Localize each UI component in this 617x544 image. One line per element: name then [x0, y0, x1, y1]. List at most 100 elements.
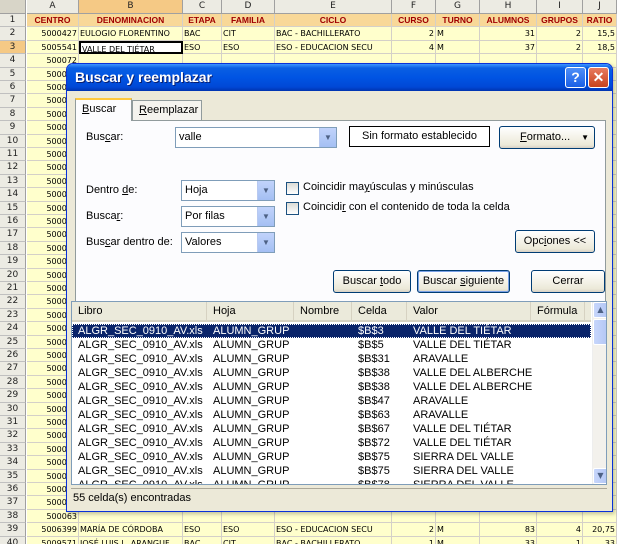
- result-row[interactable]: ALGR_SEC_0910_AV.xls ALUMN_GRUP $B$63 ARAVA…: [72, 408, 591, 422]
- results-column-header[interactable]: Hoja: [207, 302, 294, 320]
- column-header-e[interactable]: E: [275, 0, 392, 14]
- row-header[interactable]: 13: [0, 174, 26, 189]
- select-all-corner[interactable]: [0, 0, 26, 14]
- search-order-select[interactable]: Por filas ▼: [181, 206, 275, 227]
- row-header[interactable]: 4: [0, 54, 26, 68]
- sheet-cell[interactable]: 15,5: [583, 27, 617, 41]
- lookin-select[interactable]: Valores ▼: [181, 232, 275, 253]
- row-header[interactable]: 24: [0, 322, 26, 336]
- column-header-h[interactable]: H: [480, 0, 537, 14]
- result-row[interactable]: ALGR_SEC_0910_AV.xls ALUMN_GRUP $B$5 VALLE …: [72, 338, 591, 352]
- header-cell[interactable]: FAMILIA: [222, 14, 275, 28]
- result-row[interactable]: ALGR_SEC_0910_AV.xls ALUMN_GRUP $B$78 SIERR…: [72, 478, 591, 484]
- header-cell[interactable]: TURNO: [436, 14, 480, 28]
- sheet-cell[interactable]: 4: [392, 40, 436, 55]
- header-cell[interactable]: CURSO: [392, 14, 436, 28]
- sheet-cell[interactable]: BAC: [183, 536, 222, 544]
- row-header[interactable]: 18: [0, 241, 26, 256]
- sheet-cell[interactable]: M: [436, 523, 480, 537]
- close-icon[interactable]: ✕: [588, 67, 609, 88]
- tab-reemplazar[interactable]: Reemplazar: [132, 100, 202, 120]
- row-header[interactable]: 9: [0, 121, 26, 135]
- row-header[interactable]: 12: [0, 161, 26, 175]
- row-header[interactable]: 22: [0, 295, 26, 309]
- column-header-i[interactable]: I: [537, 0, 583, 14]
- sheet-cell[interactable]: 18,5: [583, 40, 617, 55]
- row-header[interactable]: 1: [0, 14, 26, 28]
- sheet-cell[interactable]: BAC - BACHILLERATO: [275, 27, 392, 41]
- row-header[interactable]: 10: [0, 134, 26, 148]
- row-header[interactable]: 16: [0, 215, 26, 229]
- result-row[interactable]: ALGR_SEC_0910_AV.xls ALUMN_GRUP $B$67 VALLE…: [72, 422, 591, 436]
- match-case-checkbox[interactable]: [286, 182, 299, 195]
- format-button[interactable]: Formato... ▼: [499, 126, 595, 149]
- sheet-cell[interactable]: 33: [583, 536, 617, 544]
- sheet-cell[interactable]: M: [436, 536, 480, 544]
- sheet-cell[interactable]: BAC: [183, 27, 222, 41]
- row-header[interactable]: 30: [0, 402, 26, 416]
- column-header-b[interactable]: B: [79, 0, 183, 14]
- sheet-cell[interactable]: BAC - BACHILLERATO: [275, 536, 392, 544]
- row-header[interactable]: 26: [0, 349, 26, 363]
- sheet-cell[interactable]: ESO: [183, 40, 222, 55]
- row-header[interactable]: 36: [0, 483, 26, 497]
- sheet-cell[interactable]: 20,75: [583, 523, 617, 537]
- row-header[interactable]: 38: [0, 509, 26, 524]
- sheet-cell[interactable]: VALLE DEL TIÉTAR: [79, 40, 183, 55]
- sheet-cell[interactable]: 83: [480, 523, 537, 537]
- vertical-scrollbar[interactable]: ▲ ▼: [592, 302, 606, 484]
- row-header[interactable]: 20: [0, 268, 26, 282]
- result-row[interactable]: ALGR_SEC_0910_AV.xls ALUMN_GRUP $B$72 VALLE…: [72, 436, 591, 450]
- sheet-cell[interactable]: 31: [480, 27, 537, 41]
- row-header[interactable]: 32: [0, 429, 26, 443]
- sheet-cell[interactable]: MARÍA DE CÓRDOBA: [79, 523, 183, 537]
- row-header[interactable]: 34: [0, 456, 26, 470]
- sheet-cell[interactable]: 2: [392, 523, 436, 537]
- header-cell[interactable]: DENOMINACION: [79, 14, 183, 28]
- sheet-cell[interactable]: 37: [480, 40, 537, 55]
- header-cell[interactable]: GRUPOS: [537, 14, 583, 28]
- row-header[interactable]: 23: [0, 308, 26, 323]
- sheet-cell[interactable]: M: [436, 27, 480, 41]
- column-header-a[interactable]: A: [27, 0, 79, 14]
- sheet-cell[interactable]: CIT: [222, 27, 275, 41]
- results-column-header[interactable]: Libro: [72, 302, 207, 320]
- column-header-g[interactable]: G: [436, 0, 480, 14]
- sheet-cell[interactable]: JOSÉ LUIS L. ARANGUF: [79, 536, 183, 544]
- row-header[interactable]: 15: [0, 201, 26, 215]
- row-header[interactable]: 3: [0, 40, 26, 55]
- chevron-down-icon[interactable]: ▼: [257, 181, 274, 200]
- sheet-cell[interactable]: 1: [537, 536, 583, 544]
- results-column-header[interactable]: Celda: [352, 302, 407, 320]
- sheet-cell[interactable]: ESO - EDUCACION SECU: [275, 523, 392, 537]
- row-header[interactable]: 39: [0, 523, 26, 537]
- scroll-up-icon[interactable]: ▲: [593, 302, 606, 318]
- row-header[interactable]: 35: [0, 469, 26, 483]
- row-header[interactable]: 6: [0, 81, 26, 95]
- scroll-down-icon[interactable]: ▼: [593, 468, 606, 484]
- sheet-cell[interactable]: CIT: [222, 536, 275, 544]
- header-cell[interactable]: ALUMNOS: [480, 14, 537, 28]
- tab-buscar[interactable]: Buscar: [75, 98, 132, 121]
- row-header[interactable]: 7: [0, 94, 26, 108]
- row-header[interactable]: 29: [0, 389, 26, 403]
- sheet-cell[interactable]: 5006399: [27, 523, 79, 537]
- scroll-thumb[interactable]: [593, 319, 606, 345]
- sheet-cell[interactable]: 4: [537, 523, 583, 537]
- sheet-cell[interactable]: 5005541: [27, 40, 79, 55]
- header-cell[interactable]: RATIO: [583, 14, 617, 28]
- sheet-cell[interactable]: 2: [537, 27, 583, 41]
- results-list[interactable]: Libro Hoja Nombre Celda Valor Fórmula ALGR_SE…: [71, 301, 607, 485]
- close-button[interactable]: Cerrar: [531, 270, 605, 293]
- sheet-cell[interactable]: 1: [392, 536, 436, 544]
- column-header-f[interactable]: F: [392, 0, 436, 14]
- match-entire-checkbox[interactable]: [286, 202, 299, 215]
- sheet-cell[interactable]: 5000427: [27, 27, 79, 41]
- column-header-d[interactable]: D: [222, 0, 275, 14]
- find-all-button[interactable]: Buscar todo: [333, 270, 411, 293]
- row-header[interactable]: 37: [0, 496, 26, 510]
- header-cell[interactable]: CICLO: [275, 14, 392, 28]
- row-header[interactable]: 25: [0, 335, 26, 349]
- results-column-header[interactable]: Nombre: [294, 302, 352, 320]
- row-header[interactable]: 8: [0, 107, 26, 122]
